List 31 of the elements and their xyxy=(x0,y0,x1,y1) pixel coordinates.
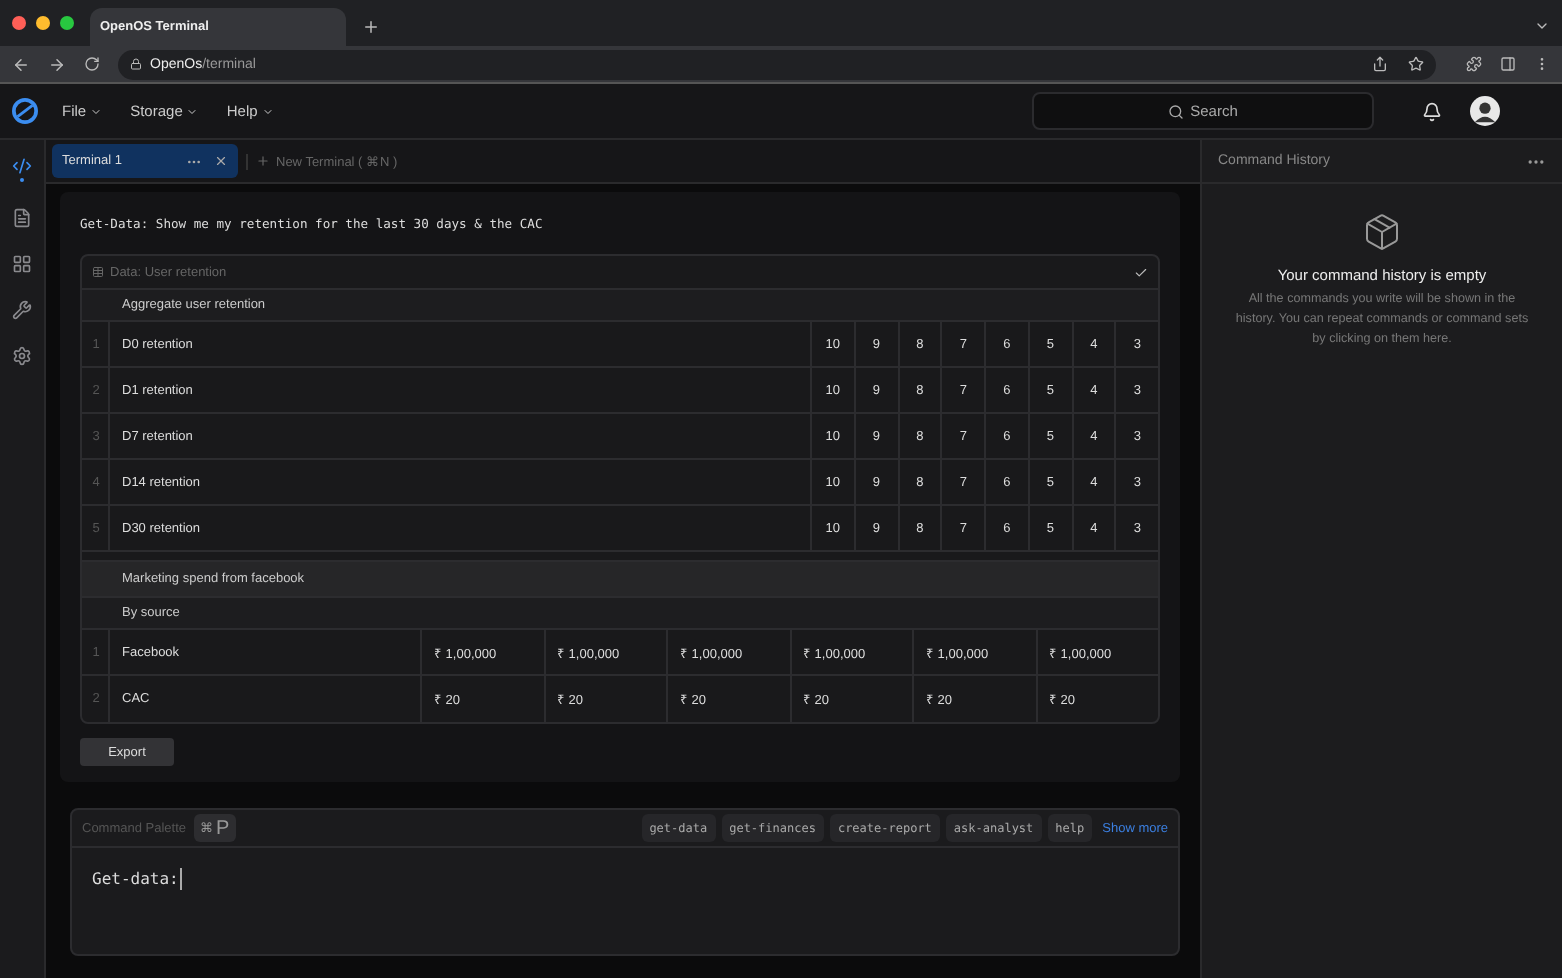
maximize-window-dot[interactable] xyxy=(60,16,74,30)
table-icon xyxy=(92,266,104,278)
lock-icon xyxy=(130,58,142,70)
back-icon[interactable] xyxy=(12,55,30,73)
caret-icon xyxy=(90,105,103,117)
star-icon[interactable] xyxy=(1408,56,1424,72)
chevron-down-icon[interactable] xyxy=(1534,18,1550,34)
wrench-icon[interactable] xyxy=(12,300,32,320)
box-icon xyxy=(1362,212,1402,252)
logo-icon xyxy=(12,98,38,124)
code-icon[interactable] xyxy=(12,156,32,182)
caret-icon xyxy=(261,105,274,117)
puzzle-icon[interactable] xyxy=(1466,56,1482,72)
bell-icon[interactable] xyxy=(1422,101,1442,121)
side-panel-icon[interactable] xyxy=(1500,56,1516,72)
new-tab-icon[interactable] xyxy=(362,18,380,36)
caret-icon xyxy=(186,105,199,117)
command-input[interactable]: Get-data: xyxy=(72,848,1178,910)
check-icon[interactable] xyxy=(1134,265,1148,279)
forward-icon[interactable] xyxy=(48,55,66,73)
minimize-window-dot[interactable] xyxy=(36,16,50,30)
close-window-dot[interactable] xyxy=(12,16,26,30)
grid-icon[interactable] xyxy=(12,254,32,274)
document-icon[interactable] xyxy=(12,208,32,228)
avatar[interactable] xyxy=(1470,96,1500,126)
reload-icon[interactable] xyxy=(84,56,100,72)
share-icon[interactable] xyxy=(1372,56,1388,72)
search-icon xyxy=(1168,103,1185,119)
plus-icon xyxy=(256,154,270,168)
close-icon[interactable] xyxy=(214,154,228,168)
settings-icon[interactable] xyxy=(12,346,32,366)
